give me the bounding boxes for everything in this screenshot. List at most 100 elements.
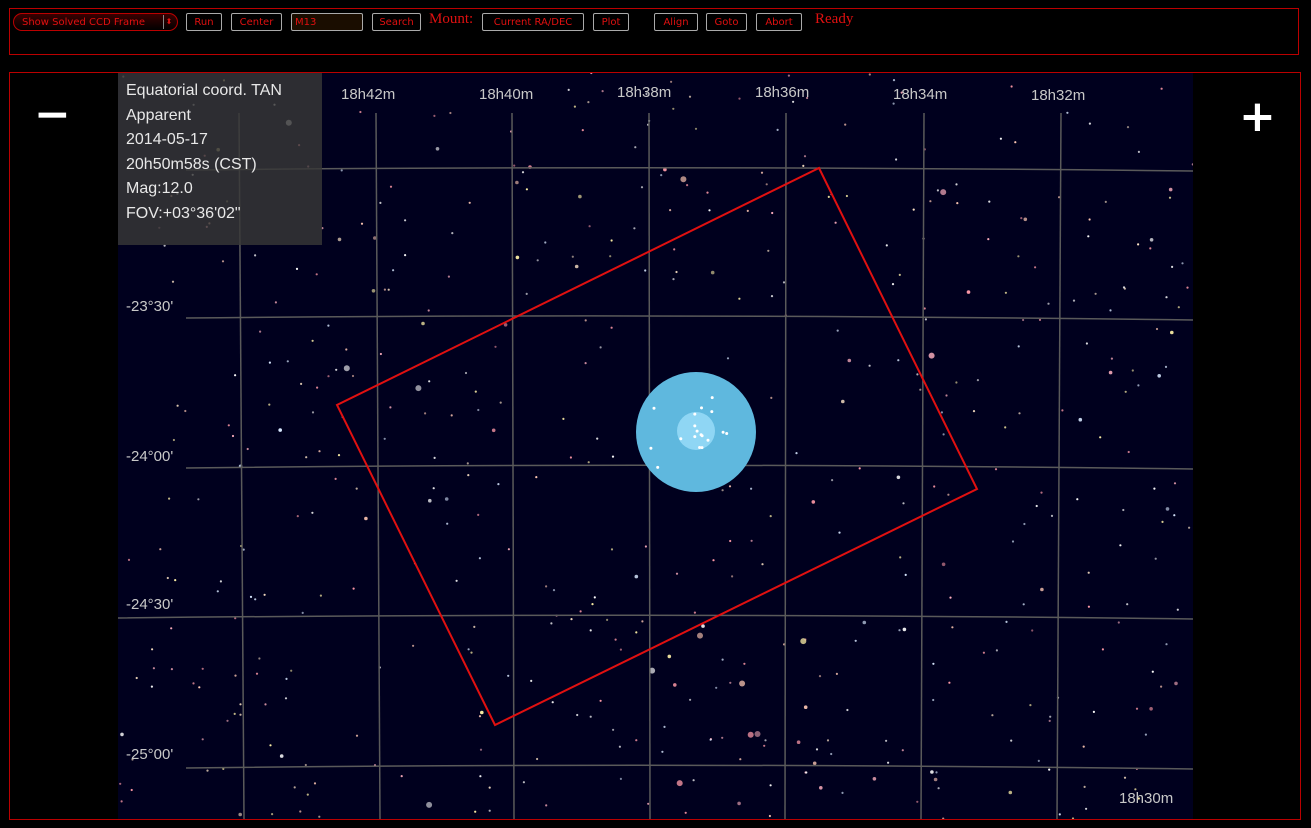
star [1137, 150, 1140, 153]
target-input[interactable] [291, 13, 363, 31]
star [1004, 426, 1007, 429]
star [769, 515, 772, 518]
star [644, 269, 647, 272]
star [1049, 715, 1052, 718]
star [898, 273, 901, 276]
ra-label: 18h42m [341, 86, 396, 103]
star [929, 200, 932, 203]
mount-select[interactable]: Current RA/DEC [482, 13, 584, 31]
ra-label: 18h32m [1031, 87, 1086, 104]
star [293, 786, 296, 789]
plot-button[interactable]: Plot [593, 13, 629, 31]
star [379, 201, 382, 204]
star [764, 739, 767, 742]
star [525, 188, 528, 191]
abort-button[interactable]: Abort [756, 13, 802, 31]
star [249, 595, 253, 599]
star [792, 100, 795, 103]
star [897, 359, 900, 362]
run-button[interactable]: Run [186, 13, 222, 31]
star [854, 639, 857, 642]
frame-select[interactable]: Show Solved CCD Frame ⬍ [13, 13, 178, 31]
chart-info-box: Equatorial coord. TAN Apparent 2014-05-1… [118, 73, 322, 245]
star [1153, 487, 1156, 490]
star [466, 462, 469, 465]
star [802, 164, 805, 167]
star [936, 189, 940, 192]
star [1088, 122, 1091, 125]
star [932, 698, 935, 702]
star [1149, 247, 1152, 250]
dec-gridline [185, 315, 1193, 321]
align-button[interactable]: Align [654, 13, 698, 31]
star [912, 208, 915, 211]
star [721, 736, 724, 739]
star [470, 651, 473, 654]
star [618, 745, 621, 748]
star [738, 97, 741, 100]
star [588, 225, 591, 228]
star [1171, 265, 1174, 268]
star [478, 557, 481, 560]
star [269, 744, 272, 747]
star [675, 572, 679, 575]
star [1083, 785, 1086, 789]
star [846, 708, 849, 712]
star [507, 548, 510, 551]
projection-text: Equatorial coord. TAN [126, 82, 282, 99]
star [176, 404, 179, 407]
star [692, 779, 695, 782]
star [640, 186, 644, 189]
star [535, 476, 538, 479]
star [845, 194, 849, 198]
search-button[interactable]: Search [372, 13, 421, 31]
star [428, 380, 431, 383]
star [836, 329, 839, 332]
star [525, 292, 528, 295]
sky-chart[interactable]: 18h42m 18h40m 18h38m 18h36m 18h34m 18h32… [118, 73, 1193, 819]
star [1018, 412, 1021, 415]
star [721, 658, 724, 661]
star [201, 738, 204, 741]
star [239, 713, 242, 716]
star [1168, 187, 1173, 192]
star [1137, 243, 1140, 246]
star [233, 712, 236, 716]
star [1088, 218, 1091, 221]
star [152, 667, 155, 670]
star [737, 801, 741, 806]
star [1101, 648, 1104, 651]
star [1108, 370, 1113, 375]
star [892, 79, 896, 82]
star [593, 596, 596, 599]
star [206, 769, 209, 772]
star [995, 649, 999, 652]
star [1092, 710, 1095, 714]
star [830, 752, 833, 756]
cluster-star [721, 430, 725, 434]
star [315, 273, 318, 276]
dec-gridline [185, 166, 1193, 172]
star [770, 396, 773, 399]
star [268, 403, 271, 406]
zoom-out-button[interactable]: − [34, 93, 71, 137]
center-button[interactable]: Center [231, 13, 282, 31]
star [1087, 571, 1090, 574]
goto-button[interactable]: Goto [706, 13, 747, 31]
star [902, 627, 907, 632]
star [610, 548, 614, 551]
star [536, 757, 539, 761]
star [488, 786, 491, 789]
star [1165, 643, 1168, 646]
star [635, 631, 638, 634]
star [168, 497, 171, 500]
star [327, 375, 330, 378]
star [1160, 87, 1163, 90]
star [895, 158, 898, 161]
star [1014, 141, 1017, 144]
star [902, 502, 905, 505]
zoom-in-button[interactable]: + [1239, 95, 1276, 139]
star [299, 810, 302, 813]
star [746, 209, 749, 212]
star [709, 738, 712, 741]
